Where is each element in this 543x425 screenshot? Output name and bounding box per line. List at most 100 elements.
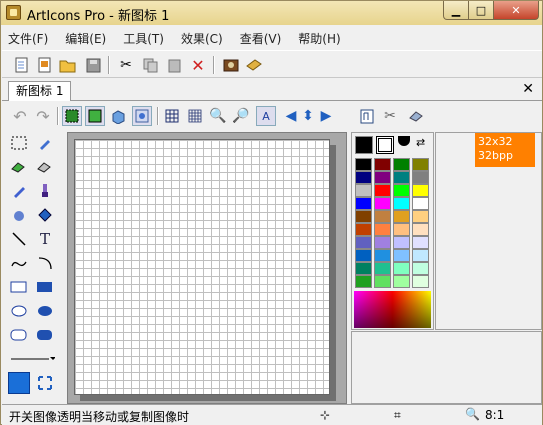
- new-file-icon[interactable]: [12, 55, 32, 75]
- palette-swatch[interactable]: [355, 184, 372, 197]
- rect-select-icon[interactable]: [8, 132, 30, 154]
- cut-icon[interactable]: ✂: [116, 55, 136, 75]
- palette-swatch[interactable]: [374, 184, 391, 197]
- app-icon[interactable]: [6, 5, 21, 20]
- color-replace-icon[interactable]: [34, 156, 56, 178]
- text-icon[interactable]: T: [34, 228, 56, 250]
- palette-swatch[interactable]: [374, 275, 391, 288]
- delete-icon[interactable]: ✕: [188, 55, 208, 75]
- palette-swatch[interactable]: [355, 275, 372, 288]
- format-list-item[interactable]: 32x32 32bpp: [475, 133, 535, 167]
- palette-swatch[interactable]: [374, 171, 391, 184]
- palette-swatch[interactable]: [393, 236, 410, 249]
- palette-swatch[interactable]: [393, 275, 410, 288]
- zoom-in-icon[interactable]: 🔍: [208, 106, 228, 126]
- ellipse-icon[interactable]: [8, 300, 30, 322]
- save-disk-icon[interactable]: [83, 55, 103, 75]
- palette-swatch[interactable]: [412, 171, 429, 184]
- fill-bucket-icon[interactable]: [34, 204, 56, 226]
- palette-swatch[interactable]: [355, 210, 372, 223]
- close-tab-icon[interactable]: ✕: [522, 81, 534, 97]
- palette-swatch[interactable]: [393, 158, 410, 171]
- undo-icon[interactable]: ↶: [10, 106, 30, 126]
- transparency-toggle-icon[interactable]: [132, 106, 152, 126]
- palette-swatch[interactable]: [355, 197, 372, 210]
- line-width-selector[interactable]: [8, 348, 56, 370]
- palette-swatch[interactable]: [393, 223, 410, 236]
- close-button[interactable]: ✕: [494, 1, 539, 20]
- palette-swatch[interactable]: [393, 171, 410, 184]
- filled-rounded-rect-icon[interactable]: [34, 324, 56, 346]
- filled-rectangle-icon[interactable]: [34, 276, 56, 298]
- tab-new-icon-1[interactable]: 新图标 1: [8, 81, 72, 101]
- palette-swatch[interactable]: [374, 262, 391, 275]
- 3d-box-icon[interactable]: [108, 106, 128, 126]
- open-folder-icon[interactable]: [58, 55, 78, 75]
- color-spectrum[interactable]: [354, 291, 431, 328]
- maximize-button[interactable]: □: [469, 1, 494, 20]
- library-icon[interactable]: [244, 55, 264, 75]
- shift-vertical-icon[interactable]: ⬍: [298, 106, 318, 126]
- minimize-button[interactable]: ▁: [443, 1, 469, 20]
- palette-swatch[interactable]: [412, 210, 429, 223]
- rectangle-icon[interactable]: [8, 276, 30, 298]
- stamp-tool-icon[interactable]: [8, 372, 30, 394]
- palette-swatch[interactable]: [412, 158, 429, 171]
- airbrush-icon[interactable]: [8, 204, 30, 226]
- palette-swatch[interactable]: [393, 210, 410, 223]
- palette-swatch[interactable]: [355, 223, 372, 236]
- shape-mode-icon[interactable]: [85, 106, 105, 126]
- screen-color-icon[interactable]: [398, 136, 410, 146]
- swap-colors-icon[interactable]: ⇄: [416, 136, 425, 149]
- palette-swatch[interactable]: [374, 158, 391, 171]
- palette-swatch[interactable]: [412, 262, 429, 275]
- resources-icon[interactable]: [221, 55, 241, 75]
- grid-mode-icon[interactable]: [62, 106, 82, 126]
- palette-swatch[interactable]: [374, 249, 391, 262]
- image-format-icon[interactable]: [357, 106, 377, 126]
- rounded-rect-icon[interactable]: [8, 324, 30, 346]
- palette-swatch[interactable]: [374, 197, 391, 210]
- eraser-icon[interactable]: [8, 156, 30, 178]
- grid-toggle-icon[interactable]: [162, 106, 182, 126]
- palette-swatch[interactable]: [355, 236, 372, 249]
- palette-swatch[interactable]: [412, 197, 429, 210]
- line-icon[interactable]: [8, 228, 30, 250]
- select-tool-icon[interactable]: [34, 372, 56, 394]
- palette-swatch[interactable]: [374, 210, 391, 223]
- pixel-grid-icon[interactable]: [185, 106, 205, 126]
- palette-swatch[interactable]: [355, 171, 372, 184]
- pencil-icon[interactable]: [8, 180, 30, 202]
- palette-swatch[interactable]: [412, 236, 429, 249]
- redo-icon[interactable]: ↷: [33, 106, 53, 126]
- filled-ellipse-icon[interactable]: [34, 300, 56, 322]
- background-color[interactable]: [376, 136, 394, 154]
- menu-file[interactable]: 文件(F): [8, 30, 48, 47]
- palette-swatch[interactable]: [374, 223, 391, 236]
- paste-icon[interactable]: [164, 55, 184, 75]
- arc-icon[interactable]: [34, 252, 56, 274]
- shift-right-icon[interactable]: ▶: [316, 106, 336, 126]
- menu-edit[interactable]: 编辑(E): [65, 30, 106, 47]
- menu-tools[interactable]: 工具(T): [123, 30, 164, 47]
- foreground-color[interactable]: [355, 136, 373, 154]
- brush-icon[interactable]: [34, 180, 56, 202]
- pixel-canvas[interactable]: [74, 139, 330, 395]
- menu-effects[interactable]: 效果(C): [181, 30, 223, 47]
- menu-help[interactable]: 帮助(H): [298, 30, 340, 47]
- palette-swatch[interactable]: [355, 158, 372, 171]
- eyedropper-icon[interactable]: [34, 132, 56, 154]
- palette-swatch[interactable]: [412, 184, 429, 197]
- palette-swatch[interactable]: [412, 275, 429, 288]
- menu-view[interactable]: 查看(V): [240, 30, 282, 47]
- palette-swatch[interactable]: [393, 184, 410, 197]
- palette-swatch[interactable]: [393, 262, 410, 275]
- palette-swatch[interactable]: [393, 249, 410, 262]
- palette-swatch[interactable]: [374, 236, 391, 249]
- palette-swatch[interactable]: [355, 249, 372, 262]
- curve-icon[interactable]: [8, 252, 30, 274]
- palette-swatch[interactable]: [393, 197, 410, 210]
- palette-swatch[interactable]: [355, 262, 372, 275]
- palette-swatch[interactable]: [412, 249, 429, 262]
- eraser-format-icon[interactable]: [406, 106, 426, 126]
